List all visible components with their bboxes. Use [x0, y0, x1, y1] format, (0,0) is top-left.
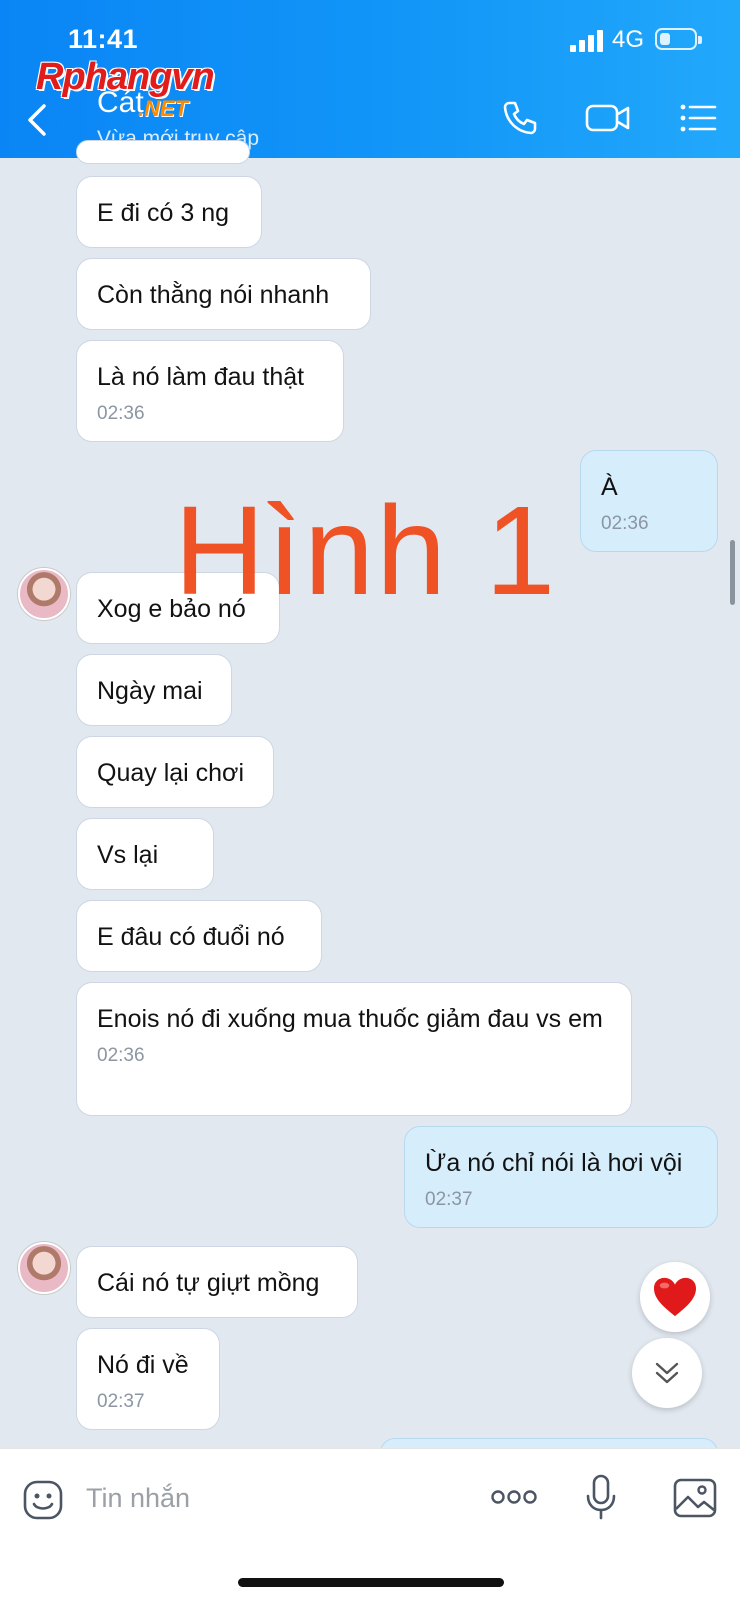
- image-icon[interactable]: [672, 1477, 718, 1519]
- message-input[interactable]: Tin nhắn: [86, 1483, 190, 1514]
- message-bubble[interactable]: Vs lại: [76, 818, 214, 890]
- message-text: Còn thằng nói nhanh: [97, 281, 330, 309]
- watermark-domain: .NET: [138, 96, 189, 121]
- message-time: 02:36: [97, 403, 145, 424]
- contact-name[interactable]: Cát: [97, 86, 144, 120]
- message-bubble[interactable]: Enois nó đi xuống mua thuốc giảm đau vs …: [76, 982, 632, 1116]
- message-text: Là nó làm đau thật: [97, 363, 305, 391]
- scrollbar[interactable]: [730, 540, 735, 605]
- status-time: 11:41: [68, 24, 139, 54]
- message-bubble[interactable]: Còn thằng nói nhanh: [76, 258, 371, 330]
- message-text: À: [601, 473, 618, 501]
- more-dots-icon[interactable]: [490, 1489, 538, 1505]
- message-bubble[interactable]: E đi có 3 ng: [76, 176, 262, 248]
- message-text: Vs lại: [97, 841, 159, 869]
- contact-avatar[interactable]: [18, 568, 70, 620]
- message-bubble-partial: [76, 140, 250, 164]
- contact-avatar[interactable]: [18, 1242, 70, 1294]
- message-bubble[interactable]: E đâu có đuổi nó: [76, 900, 322, 972]
- menu-list-icon[interactable]: [678, 98, 718, 138]
- heart-reaction-icon[interactable]: [640, 1262, 710, 1332]
- message-time: 02:36: [601, 513, 649, 534]
- image-caption-overlay: Hình 1: [174, 480, 558, 621]
- message-text: Nó đi về: [97, 1351, 189, 1379]
- message-bubble[interactable]: Quay lại chơi: [76, 736, 274, 808]
- message-text: Cái nó tự giựt mồng: [97, 1269, 320, 1297]
- signal-icon: [570, 30, 603, 52]
- home-indicator[interactable]: [238, 1578, 504, 1587]
- battery-icon: [655, 28, 702, 50]
- sticker-icon[interactable]: [22, 1479, 64, 1521]
- message-bubble[interactable]: Là nó làm đau thật 02:36: [76, 340, 344, 442]
- message-bubble[interactable]: Nó đi về 02:37: [76, 1328, 220, 1430]
- microphone-icon[interactable]: [584, 1473, 618, 1521]
- message-text: E đi có 3 ng: [97, 199, 230, 227]
- network-type: 4G: [612, 26, 645, 53]
- message-time: 02:37: [425, 1189, 473, 1210]
- chat-header: 11:41 4G Rphangvn Cát .NET Vừa mới truy …: [0, 0, 740, 158]
- message-text: Ngày mai: [97, 677, 203, 705]
- message-bubble[interactable]: Ngày mai: [76, 654, 232, 726]
- message-text: Quay lại chơi: [97, 759, 245, 787]
- message-text: Ừa nó chỉ nói là hơi vội: [425, 1149, 683, 1177]
- phone-icon[interactable]: [500, 98, 540, 138]
- message-time: 02:36: [97, 1045, 145, 1066]
- video-call-icon[interactable]: [584, 98, 632, 138]
- message-text: Enois nó đi xuống mua thuốc giảm đau vs …: [97, 1005, 603, 1033]
- message-bubble[interactable]: Cái nó tự giựt mồng: [76, 1246, 358, 1318]
- scroll-down-icon[interactable]: [632, 1338, 702, 1408]
- back-arrow-icon[interactable]: [22, 100, 52, 140]
- my-message-bubble[interactable]: Ừa nó chỉ nói là hơi vội 02:37: [404, 1126, 718, 1228]
- my-message-bubble[interactable]: À 02:36: [580, 450, 718, 552]
- message-text: E đâu có đuổi nó: [97, 923, 285, 951]
- message-time: 02:37: [97, 1391, 145, 1412]
